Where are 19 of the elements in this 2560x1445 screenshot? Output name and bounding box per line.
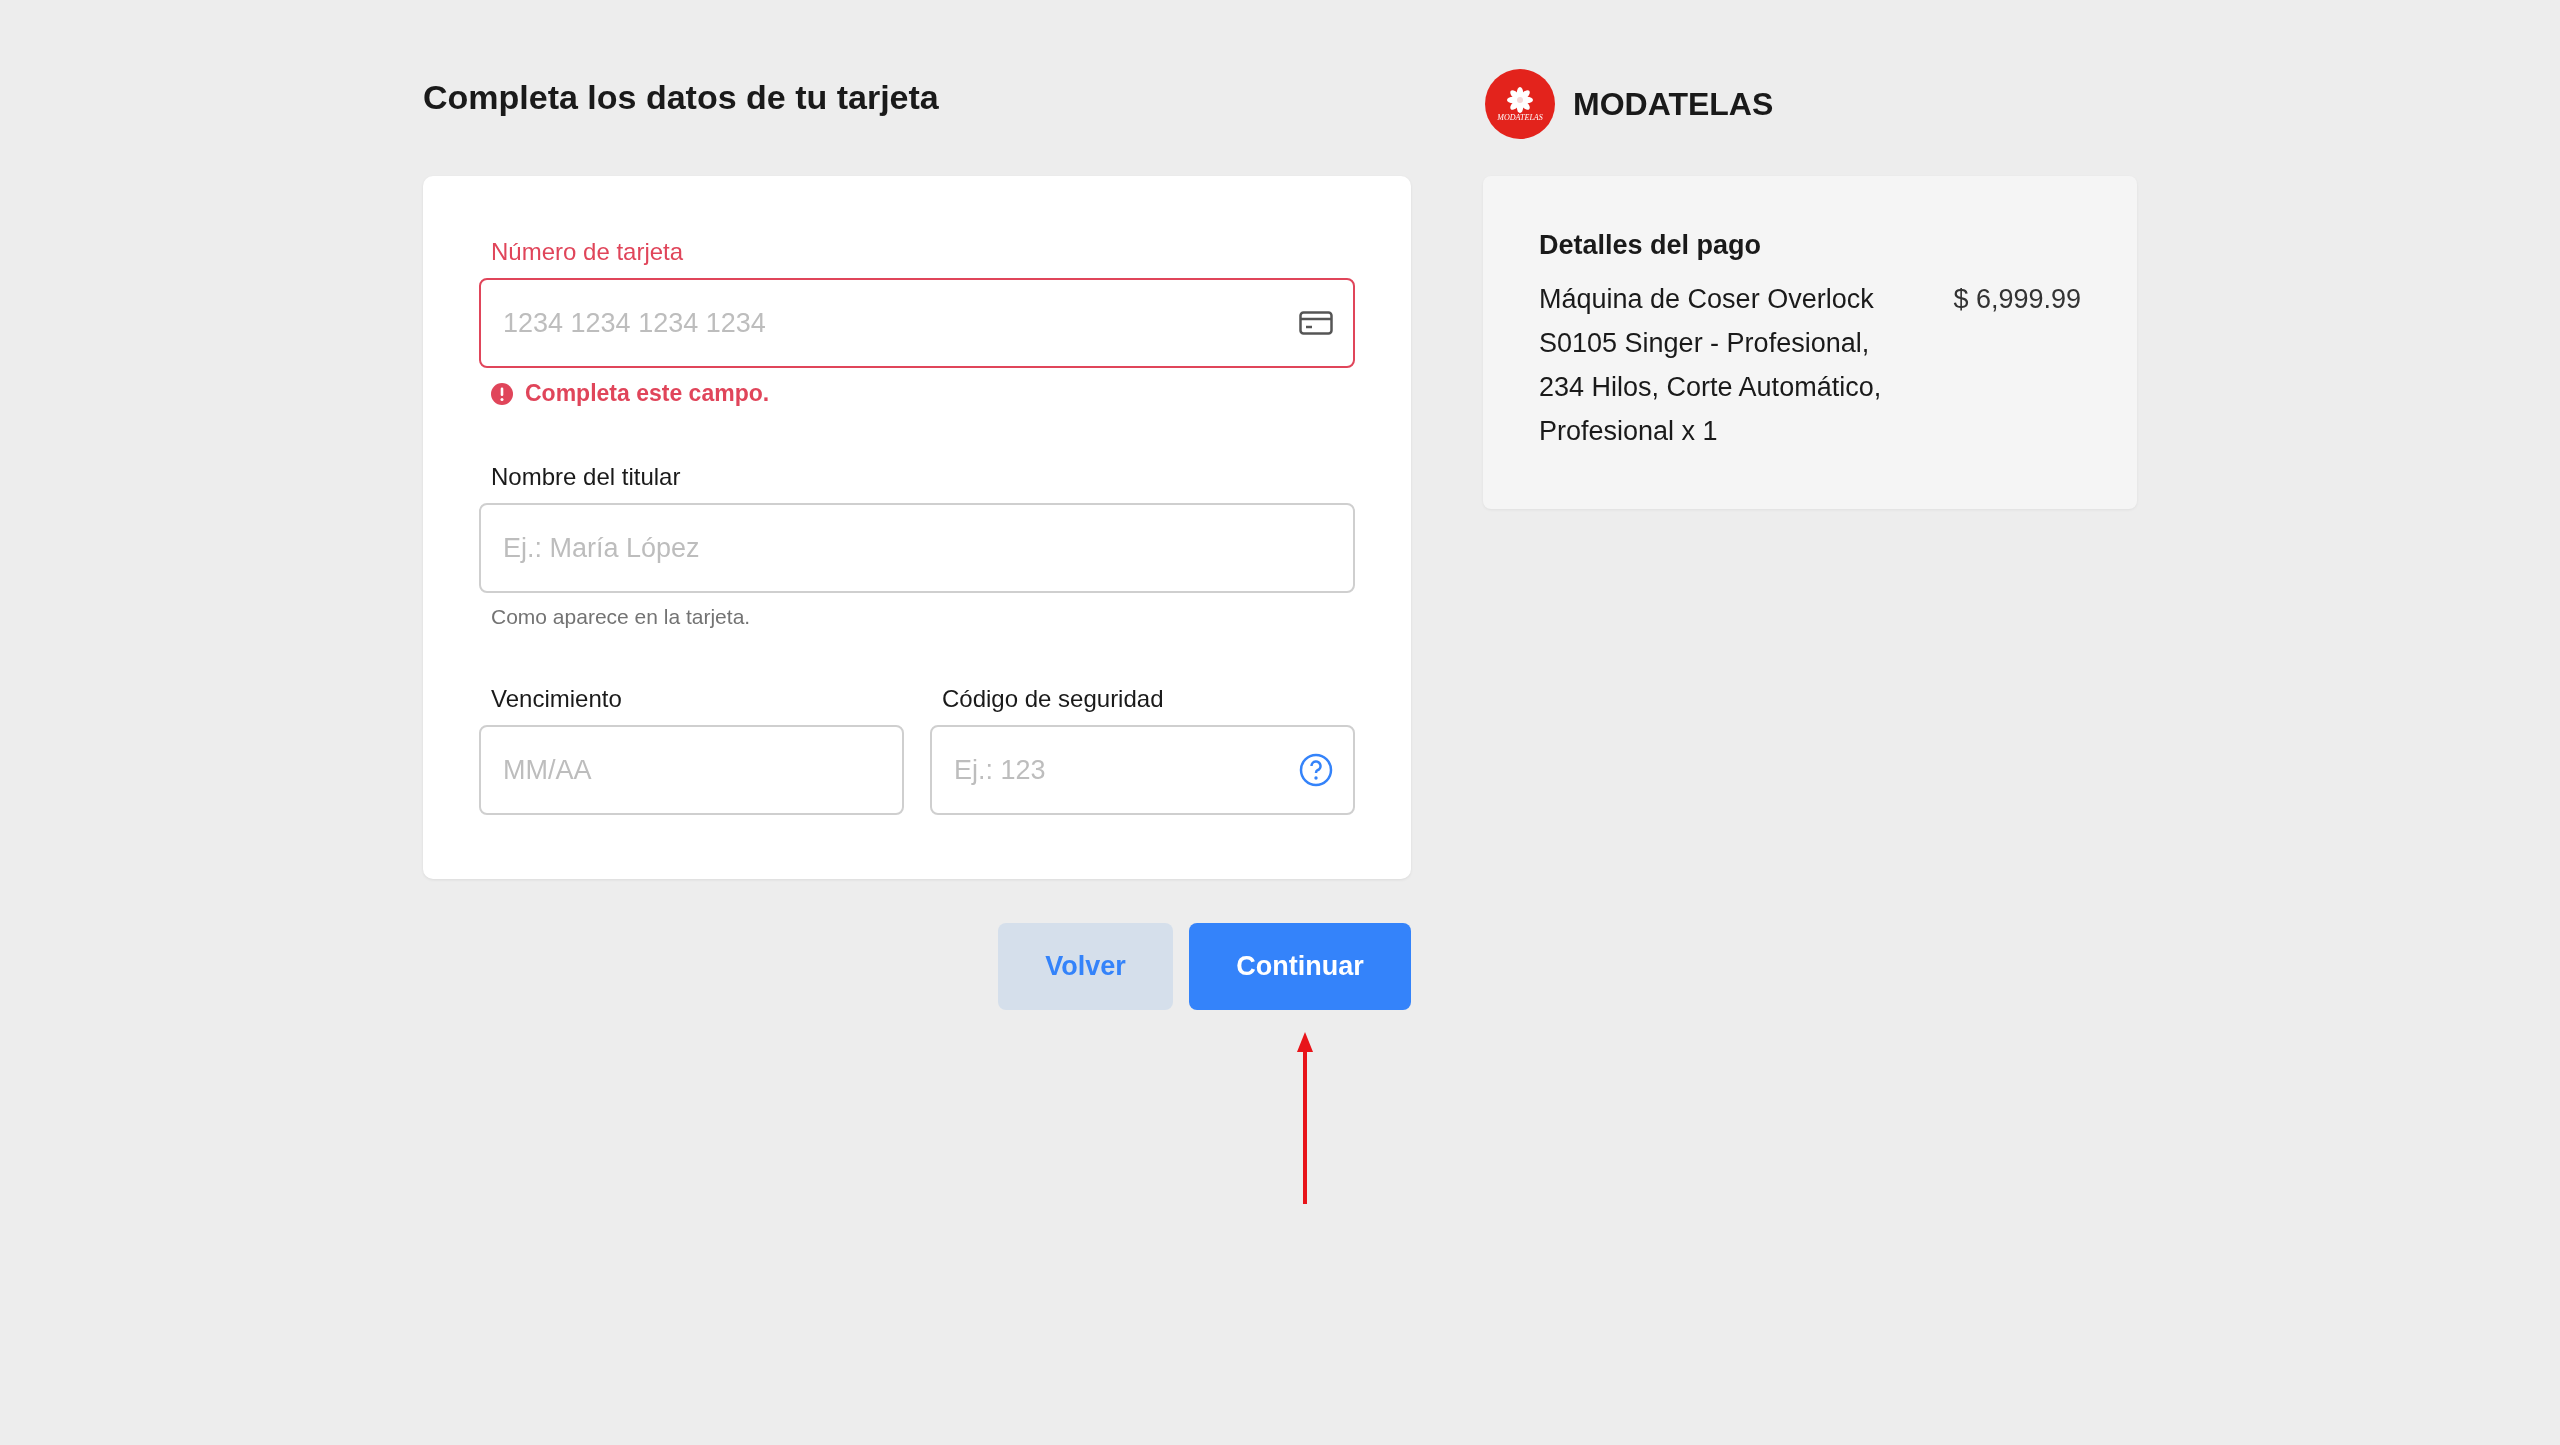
field-label: Número de tarjeta	[490, 238, 685, 266]
logo-text: MODATELAS	[1497, 112, 1543, 122]
flower-icon	[1507, 86, 1533, 113]
error-icon	[491, 382, 513, 405]
item-price: $ 6,999.99	[1953, 283, 2081, 316]
credit-card-icon	[1299, 311, 1333, 335]
error-message: Completa este campo.	[525, 380, 770, 407]
input-field[interactable]: 1234 1234 1234 1234	[479, 278, 1355, 368]
field-label: Vencimiento	[490, 685, 623, 713]
field-label: Nombre del titular	[490, 463, 682, 491]
field-label: Código de seguridad	[941, 685, 1165, 713]
store-name: MODATELAS	[1573, 85, 1774, 123]
continue-button[interactable]: Continuar	[1189, 923, 1411, 1010]
helper-text: Como aparece en la tarjeta.	[491, 605, 752, 629]
summary-title: Detalles del pago	[1539, 230, 1763, 261]
help-icon[interactable]	[1299, 753, 1333, 787]
item-description: Máquina de Coser Overlock S0105 Singer - Profesional, 234 Hilos, Corte Automático, Profesional x 1	[1539, 283, 1883, 448]
back-button[interactable]: Volver	[998, 923, 1173, 1010]
page-title: Completa los datos de tu tarjeta	[423, 78, 940, 118]
